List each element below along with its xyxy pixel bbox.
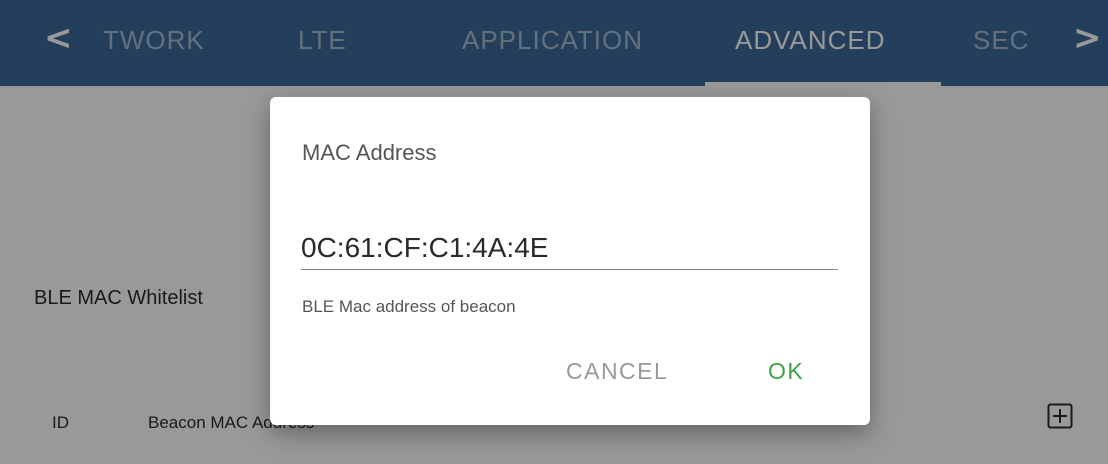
ok-button[interactable]: OK	[768, 358, 804, 385]
mac-address-dialog: MAC Address BLE Mac address of beacon CA…	[270, 97, 870, 425]
dialog-title: MAC Address	[302, 140, 437, 165]
app-page: < TWORK LTE APPLICATION ADVANCED SEC > B…	[0, 0, 1108, 464]
mac-address-input[interactable]	[301, 227, 838, 270]
cancel-button[interactable]: CANCEL	[566, 358, 668, 385]
mac-address-helper-text: BLE Mac address of beacon	[302, 297, 516, 316]
